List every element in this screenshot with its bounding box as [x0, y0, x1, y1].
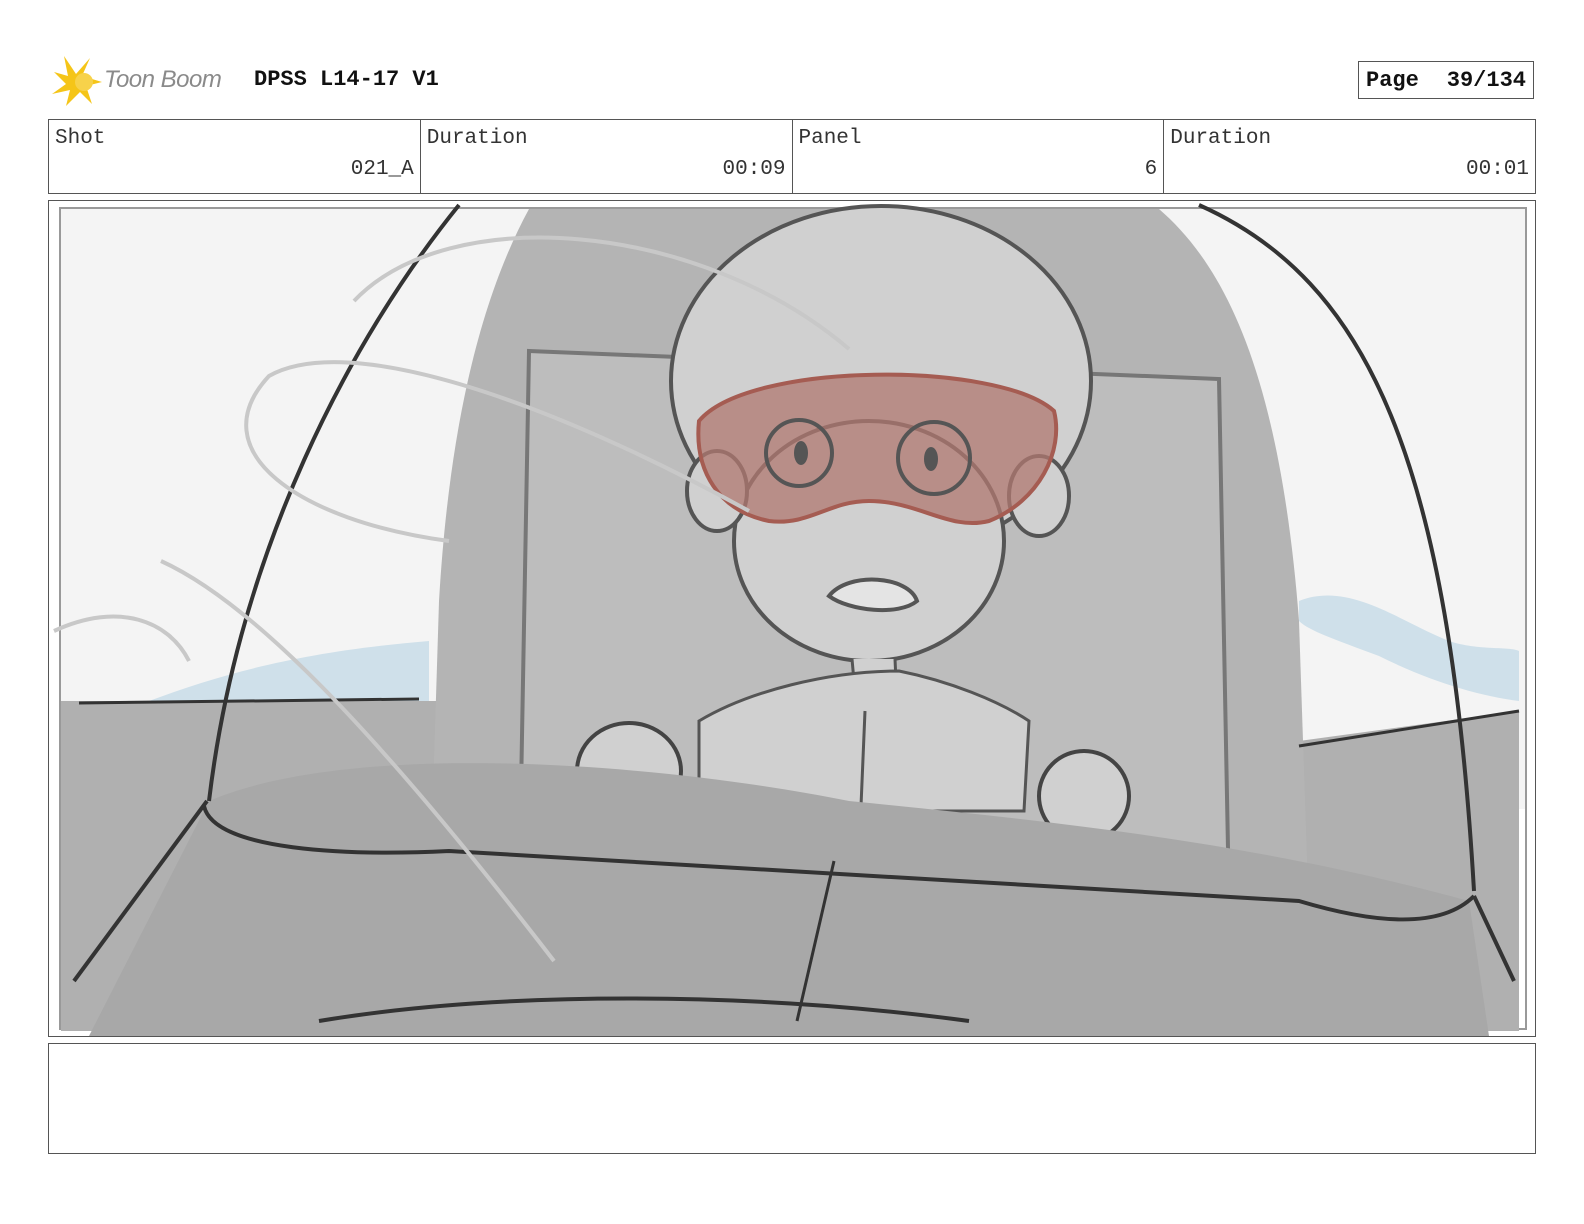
project-title: DPSS L14-17 V1: [254, 67, 439, 92]
shot-duration-value: 00:09: [722, 158, 786, 181]
shot-duration-cell: Duration 00:09: [421, 120, 793, 193]
panel-notes: [48, 1043, 1536, 1154]
storyboard-panel: [48, 200, 1536, 1037]
storyboard-sketch: [53, 203, 1527, 1036]
page-number: 39/134: [1446, 67, 1526, 93]
toon-boom-logo: Toon Boom: [52, 54, 242, 108]
logo-text: Toon Boom: [104, 66, 222, 93]
panel-duration-cell: Duration 00:01: [1164, 120, 1535, 193]
starburst-icon: [52, 56, 102, 106]
panel-label: Panel: [798, 127, 862, 150]
panel-cell: Panel 6: [793, 120, 1165, 193]
shot-duration-label: Duration: [426, 127, 528, 150]
shot-label: Shot: [55, 127, 106, 150]
shot-cell: Shot 021_A: [49, 120, 421, 193]
panel-duration-label: Duration: [1170, 127, 1272, 150]
panel-value: 6: [1144, 158, 1158, 181]
page-label: Page: [1366, 67, 1419, 93]
page-indicator: Page 39/134: [1358, 61, 1534, 99]
panel-duration-value: 00:01: [1465, 158, 1529, 181]
shot-info-row: Shot 021_A Duration 00:09 Panel 6 Durati…: [48, 119, 1536, 194]
shot-value: 021_A: [350, 158, 414, 181]
